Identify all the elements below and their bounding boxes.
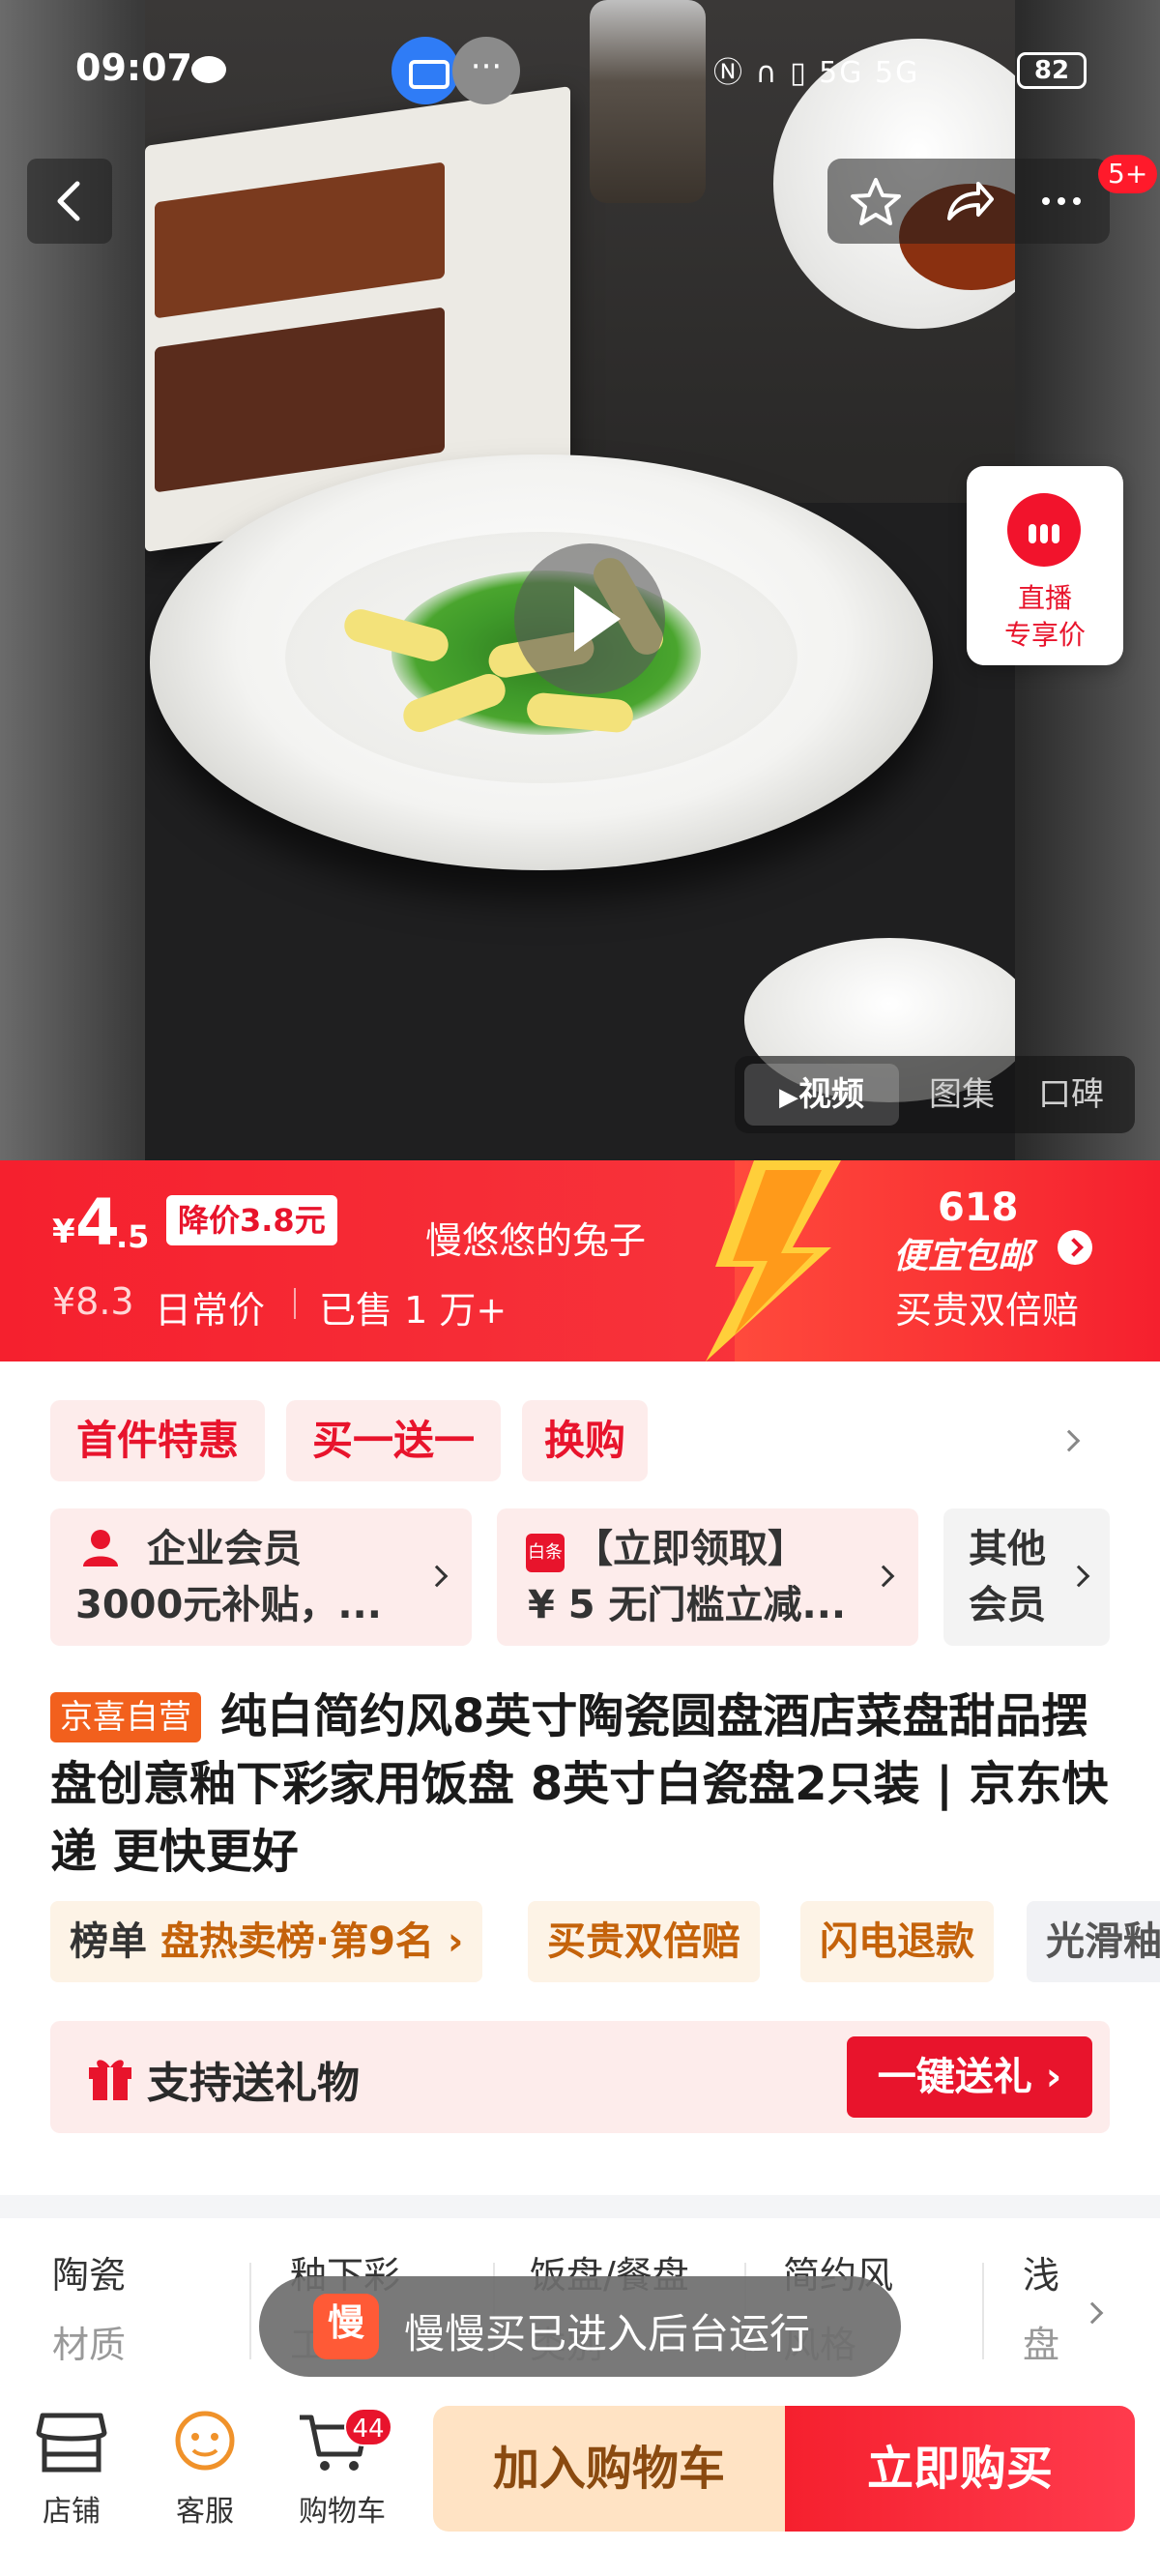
- status-time: 09:07: [75, 46, 192, 89]
- wechat-icon: [191, 56, 226, 83]
- toast-text: 慢慢买已进入后台运行: [404, 2310, 811, 2357]
- buy-now-button[interactable]: 立即购买: [785, 2406, 1135, 2532]
- coupon-claim-card[interactable]: 白条 【立即领取】 ¥ 5 无门槛立减...: [497, 1508, 918, 1646]
- app-logo-icon: 慢: [313, 2294, 379, 2359]
- double-compensation-tag[interactable]: 买贵双倍赔: [528, 1901, 760, 1982]
- gift-icon: [89, 2060, 131, 2100]
- promo-618: 618: [938, 1186, 1019, 1230]
- store-icon[interactable]: [33, 2408, 110, 2475]
- top-actions: [827, 159, 1110, 244]
- tab-gallery[interactable]: 图集: [909, 1056, 1015, 1133]
- coupon-first-item[interactable]: 首件特惠: [50, 1400, 265, 1481]
- enterprise-title: 企业会员: [147, 1527, 302, 1571]
- chevron-right-icon: [425, 1565, 449, 1588]
- sold-count: 已售 1 万+: [319, 1289, 508, 1332]
- coupon-claim-desc: ¥ 5 无门槛立减...: [528, 1583, 847, 1627]
- notification-badge: 5+: [1098, 155, 1158, 193]
- chevron-right-icon: ›: [447, 1919, 464, 1964]
- service-label[interactable]: 客服: [147, 2487, 263, 2530]
- star-icon[interactable]: [847, 174, 905, 228]
- live-sublabel: 专享价: [1003, 619, 1086, 651]
- live-icon: [1007, 493, 1081, 567]
- enterprise-desc: 3000元补贴，...: [75, 1583, 382, 1627]
- section-divider: [0, 2195, 1160, 2218]
- promo-guarantee: 买贵双倍赔: [895, 1289, 1080, 1332]
- product-media[interactable]: 09:07 ··· Ⓝ ∩ ▯ 5G 5G 82 5+ 直播 专享价 ▶视频 图…: [0, 0, 1160, 1160]
- cart-label[interactable]: 购物车: [284, 2487, 400, 2530]
- nfc-icon: Ⓝ: [713, 56, 744, 90]
- send-gift-button[interactable]: 一键送礼 ›: [847, 2036, 1092, 2118]
- price-banner: ¥ 4 .5 降价3.8元 慢悠悠的兔子 ¥8.3 日常价 已售 1 万+ 61…: [0, 1160, 1160, 1361]
- play-small-icon: ▶: [779, 1083, 798, 1112]
- tab-reviews[interactable]: 口碑: [1015, 1056, 1127, 1133]
- price-integer: 4: [75, 1186, 120, 1260]
- signal-label: 5G 5G: [819, 56, 920, 90]
- battery-icon: 82: [1017, 52, 1087, 89]
- background-toast: 慢 慢慢买已进入后台运行: [259, 2276, 901, 2377]
- currency-symbol: ¥: [52, 1213, 75, 1251]
- baitiao-icon: 白条: [526, 1534, 565, 1572]
- enterprise-member-card[interactable]: 企业会员 3000元补贴，...: [50, 1508, 472, 1646]
- send-gift-label: 一键送礼: [877, 2055, 1032, 2099]
- ranking-tag[interactable]: 榜单 盘热卖榜·第9名 ›: [50, 1901, 483, 1982]
- car-icon[interactable]: [392, 37, 459, 104]
- chevron-right-circle-icon[interactable]: [1058, 1230, 1092, 1265]
- price-drop-tag: 降价3.8元: [166, 1195, 337, 1245]
- lightning-icon: [706, 1160, 841, 1361]
- live-label: 直播: [1017, 582, 1072, 614]
- gift-text: 支持送礼物: [147, 2059, 360, 2108]
- promo-free-shipping: 便宜包邮: [893, 1237, 1033, 1276]
- product-title: 纯白简约风8英寸陶瓷圆盘酒店菜盘甜品摆盘创意釉下彩家用饭盘 8英寸白瓷盘2只装 …: [50, 1689, 1109, 1879]
- media-tabs: ▶视频 图集 口碑: [735, 1056, 1135, 1133]
- gift-bar: 支持送礼物 一键送礼 ›: [50, 2021, 1110, 2133]
- bottom-action-bar: 店铺 客服 44 购物车 加入购物车 立即购买: [0, 2379, 1160, 2576]
- shop-label[interactable]: 店铺: [14, 2487, 130, 2530]
- ranking-text: 盘热卖榜·第9名: [160, 1919, 434, 1964]
- divider: [982, 2263, 984, 2359]
- attr-depth-label: 盘: [1023, 2324, 1060, 2366]
- other-member-card[interactable]: 其他 会员: [943, 1508, 1110, 1646]
- chevron-left-icon: [57, 181, 80, 221]
- other-member-line1: 其他: [969, 1527, 1046, 1571]
- customer-service-icon[interactable]: [166, 2408, 244, 2475]
- chevron-right-icon[interactable]: [1081, 2301, 1104, 2325]
- signal-icons: Ⓝ ∩ ▯ 5G 5G: [713, 48, 919, 91]
- smooth-glaze-tag[interactable]: 光滑釉: [1027, 1901, 1160, 1982]
- cart-count-badge: 44: [344, 2408, 392, 2446]
- daily-price-label: 日常价: [155, 1289, 266, 1332]
- coupon-buy-one-get-one[interactable]: 买一送一: [286, 1400, 501, 1481]
- divider: [294, 1288, 296, 1319]
- chevron-right-icon: [872, 1565, 895, 1588]
- status-bar: 09:07 ··· Ⓝ ∩ ▯ 5G 5G 82: [0, 0, 1160, 135]
- live-price-card[interactable]: 直播 专享价: [967, 466, 1123, 665]
- other-member-line2: 会员: [969, 1583, 1046, 1627]
- ranking-prefix: 榜单: [70, 1919, 147, 1964]
- fast-refund-tag[interactable]: 闪电退款: [800, 1901, 994, 1982]
- vibrate-icon: ▯: [790, 56, 808, 90]
- price-decimal: .5: [116, 1218, 150, 1255]
- divider: [249, 2263, 251, 2359]
- play-icon[interactable]: [514, 543, 665, 694]
- chevron-right-icon: [1067, 1565, 1090, 1588]
- seller-name: 慢悠悠的兔子: [425, 1219, 647, 1262]
- coupon-exchange[interactable]: 换购: [522, 1400, 648, 1481]
- chevron-right-icon[interactable]: [1058, 1429, 1081, 1452]
- self-operated-badge: 京喜自营: [50, 1692, 201, 1742]
- attr-material-value: 陶瓷: [52, 2254, 127, 2297]
- attr-depth-value: 浅: [1023, 2254, 1060, 2297]
- add-to-cart-button[interactable]: 加入购物车: [433, 2406, 785, 2532]
- chevron-right-icon: ›: [1045, 2055, 1062, 2099]
- more-dots-icon[interactable]: ···: [452, 37, 520, 104]
- person-icon: [83, 1530, 118, 1566]
- attr-material-label: 材质: [52, 2324, 127, 2366]
- more-icon[interactable]: [1032, 174, 1090, 228]
- original-price: ¥8.3: [52, 1280, 134, 1323]
- share-icon[interactable]: [940, 174, 998, 228]
- back-button[interactable]: [27, 159, 112, 244]
- tab-video[interactable]: ▶视频: [744, 1064, 899, 1126]
- headset-icon: ∩: [755, 56, 779, 90]
- coupon-claim-title: 【立即领取】: [574, 1527, 806, 1571]
